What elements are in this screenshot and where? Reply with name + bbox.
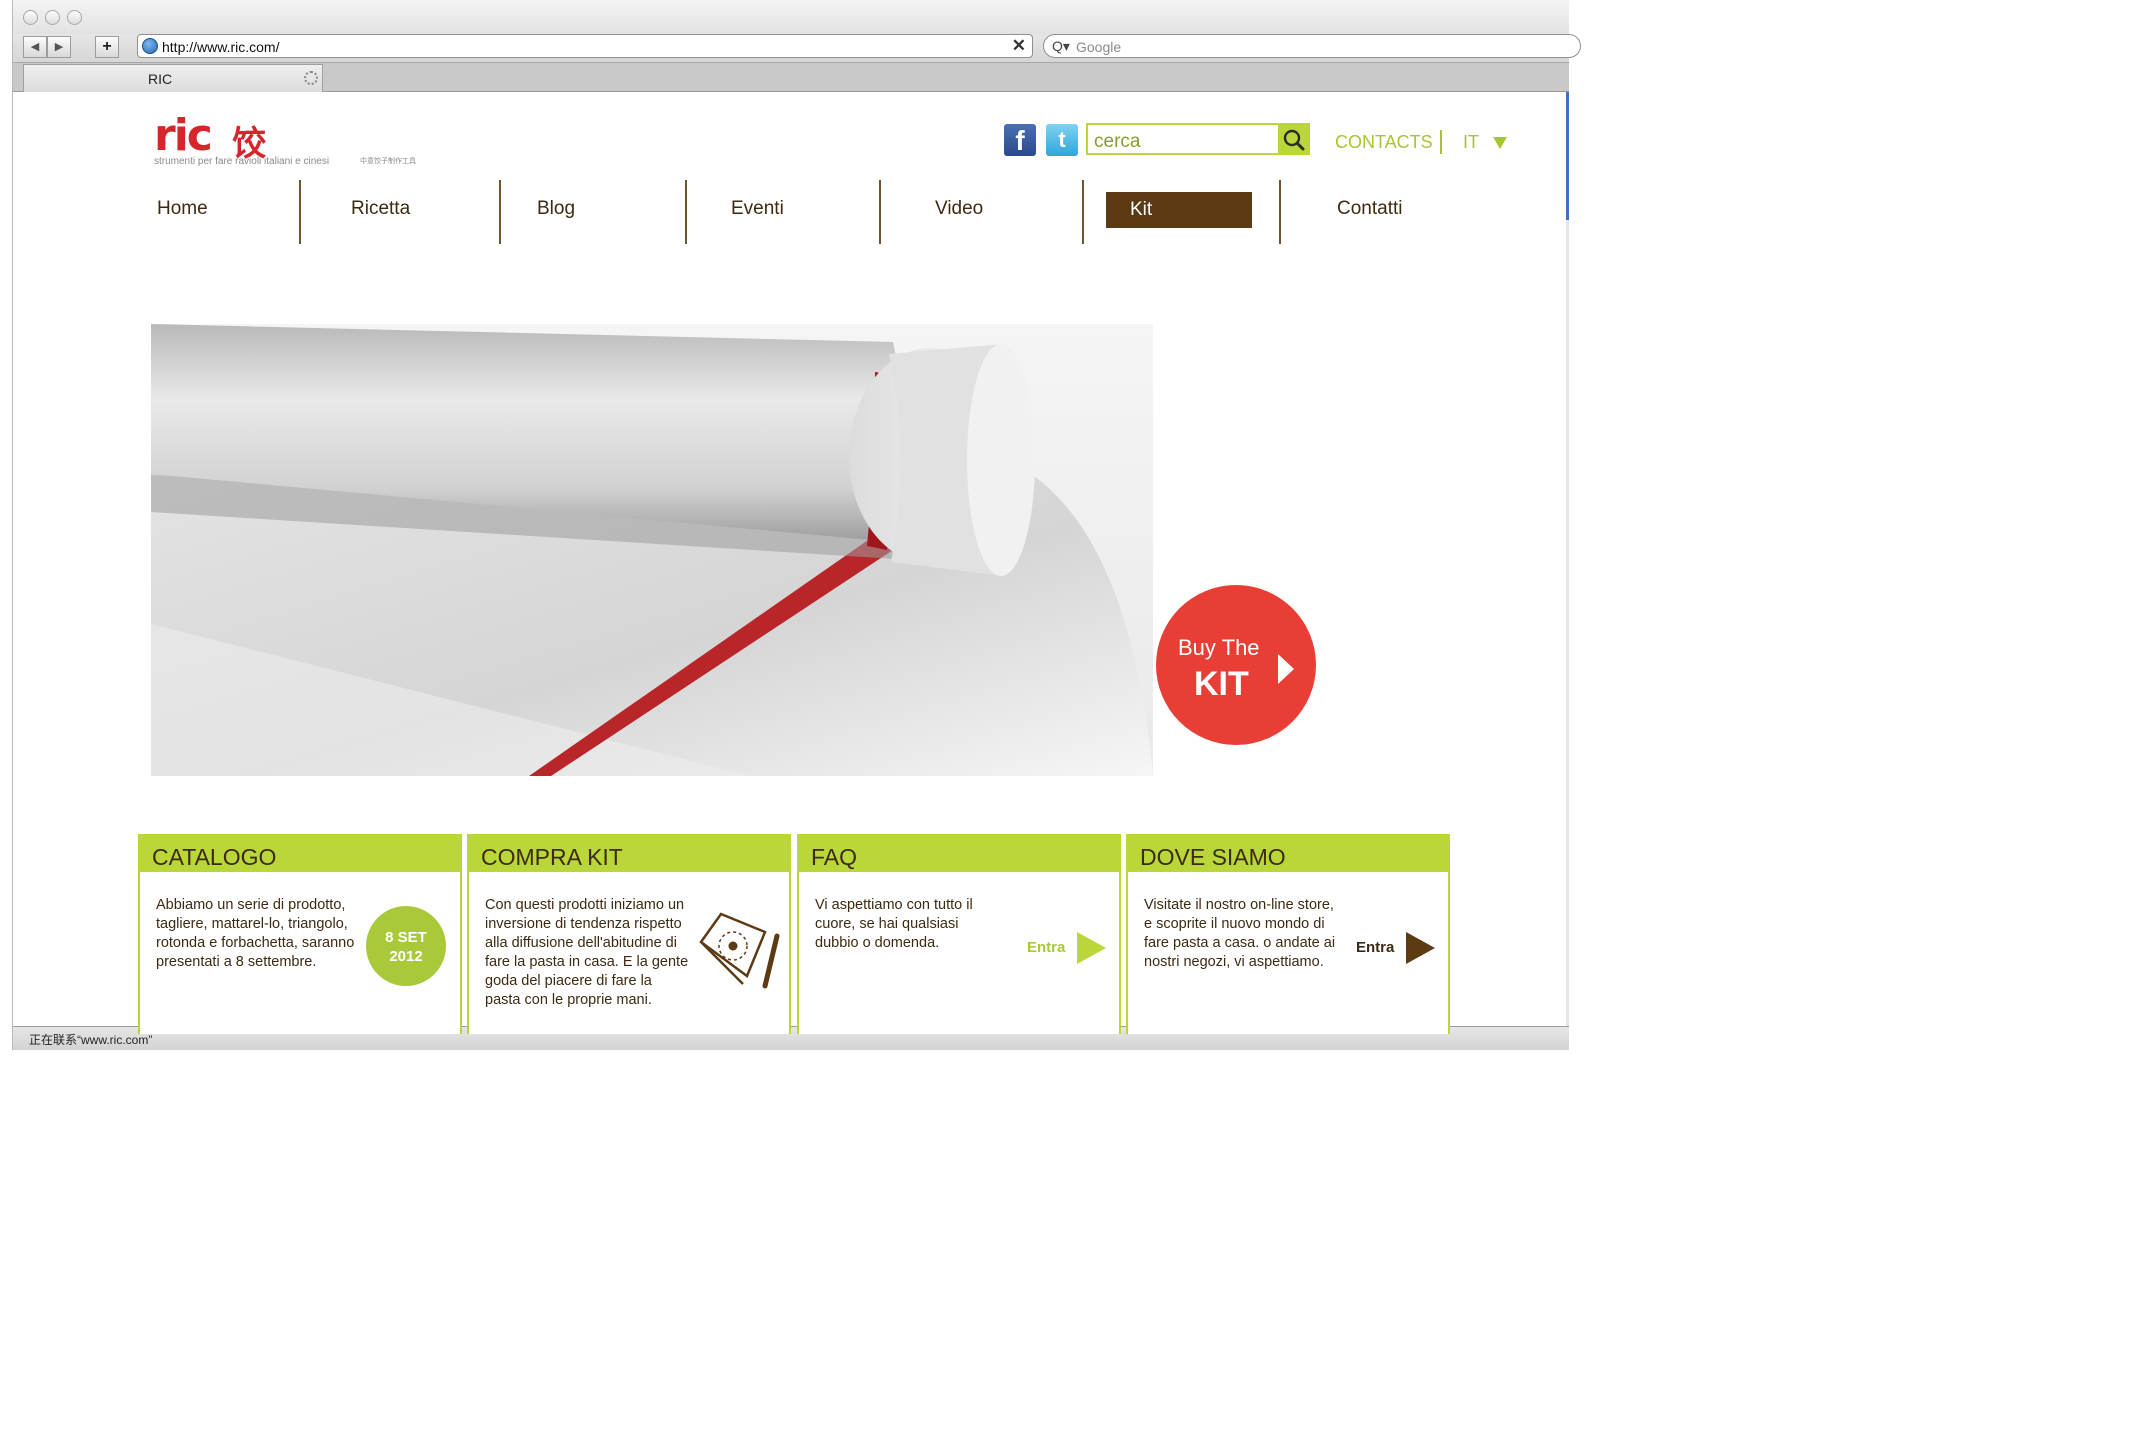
url-text: http://www.ric.com/	[162, 39, 280, 55]
nav-kit-label: Kit	[1130, 199, 1153, 220]
zoom-window-button[interactable]	[67, 10, 82, 25]
box-text: Vi aspettiamo con tutto il cuore, se hai…	[815, 897, 973, 951]
hero-image	[151, 324, 1153, 776]
web-search-field[interactable]: Q▾ Google	[1043, 34, 1581, 58]
box-title: DOVE SIAMO	[1140, 844, 1286, 870]
nav-divider	[1082, 180, 1084, 244]
dove-siamo-entra-link[interactable]: Entra	[1356, 939, 1394, 956]
date-badge-text: 8 SET 2012	[366, 928, 446, 966]
date-badge: 8 SET 2012	[366, 906, 446, 986]
minimize-window-button[interactable]	[45, 10, 60, 25]
box-title: CATALOGO	[152, 844, 277, 870]
language-selector[interactable]: IT	[1463, 132, 1479, 153]
box-faq: FAQ Vi aspettiamo con tutto il cuore, se…	[797, 834, 1121, 1034]
box-header: FAQ	[799, 836, 1119, 872]
plus-icon: +	[102, 38, 112, 55]
play-arrow-icon	[1278, 654, 1294, 684]
logo-wordmark: ric	[154, 110, 213, 161]
nav-ricetta[interactable]: Ricetta	[351, 198, 410, 220]
box-header: CATALOGO	[140, 836, 460, 872]
nav-contatti[interactable]: Contatti	[1337, 198, 1402, 220]
site-search-button[interactable]	[1278, 125, 1308, 153]
nav-divider	[685, 180, 687, 244]
nav-blog[interactable]: Blog	[537, 198, 575, 220]
box-text: Abbiamo un serie di prodotto, tagliere, …	[156, 897, 355, 970]
forward-button[interactable]: ▶	[47, 36, 71, 58]
logo-tagline: strumenti per fare ravioli italiani e ci…	[154, 156, 330, 167]
search-icon	[1283, 129, 1305, 151]
nav-kit[interactable]: Kit	[1106, 192, 1252, 228]
globe-icon	[142, 38, 158, 54]
facebook-icon[interactable]: f	[1004, 124, 1036, 156]
box-dove-siamo: DOVE SIAMO Visitate il nostro on-line st…	[1126, 834, 1450, 1034]
scrollbar-thumb[interactable]	[1566, 92, 1569, 220]
close-window-button[interactable]	[23, 10, 38, 25]
facebook-glyph: f	[1015, 125, 1025, 156]
nav-home[interactable]: Home	[157, 198, 208, 220]
box-catalogo: CATALOGO Abbiamo un serie di prodotto, t…	[138, 834, 462, 1034]
forward-icon: ▶	[54, 41, 64, 53]
web-search-placeholder: Google	[1076, 39, 1122, 55]
title-bar	[13, 0, 1569, 34]
back-button[interactable]: ◀	[23, 36, 47, 58]
kit-box-icon	[699, 912, 780, 989]
nav-video[interactable]: Video	[935, 198, 983, 220]
site-logo[interactable]: ric 饺 strumenti per fare ravioli italian…	[154, 110, 416, 168]
twitter-icon[interactable]: t	[1046, 124, 1078, 156]
buy-kit-line2: KIT	[1194, 665, 1249, 703]
logo-tagline-cjk: 中意饺子制作工具	[360, 158, 416, 165]
header-divider	[1440, 130, 1442, 154]
nav-divider	[879, 180, 881, 244]
tab-ric[interactable]: RIC	[23, 64, 323, 92]
chevron-down-icon[interactable]	[1493, 137, 1507, 149]
buy-kit-line1: Buy The	[1178, 635, 1260, 660]
rolling-pin-illustration	[151, 324, 1153, 776]
address-bar[interactable]: http://www.ric.com/ ✕	[137, 34, 1033, 58]
arrow-right-icon[interactable]	[1077, 932, 1106, 964]
box-title: FAQ	[811, 844, 858, 870]
twitter-glyph: t	[1058, 127, 1066, 152]
back-icon: ◀	[30, 41, 40, 53]
scrollbar[interactable]	[1566, 92, 1569, 1026]
magnifier-icon: Q▾	[1052, 38, 1070, 54]
contacts-link[interactable]: CONTACTS	[1335, 132, 1433, 153]
nav-eventi[interactable]: Eventi	[731, 198, 784, 220]
site-search-input[interactable]: cerca	[1086, 123, 1310, 155]
box-title: COMPRA KIT	[481, 844, 623, 870]
buy-kit-button[interactable]: Buy The KIT	[1156, 585, 1316, 745]
box-compra-kit: COMPRA KIT Con questi prodotti iniziamo …	[467, 834, 791, 1034]
box-header: COMPRA KIT	[469, 836, 789, 872]
loading-spinner-icon	[304, 71, 318, 85]
nav-divider	[1279, 180, 1281, 244]
nav-divider	[299, 180, 301, 244]
stop-icon[interactable]: ✕	[1012, 36, 1026, 56]
site-search-placeholder: cerca	[1094, 131, 1141, 152]
box-text: Con questi prodotti iniziamo un inversio…	[485, 897, 689, 1008]
box-header: DOVE SIAMO	[1128, 836, 1448, 872]
nav-divider	[499, 180, 501, 244]
box-text: Visitate il nostro on-line store, e scop…	[1144, 897, 1336, 970]
date-badge-year: 2012	[389, 948, 423, 965]
arrow-right-icon[interactable]	[1406, 932, 1435, 964]
date-badge-day: 8 SET	[385, 929, 427, 946]
status-text: 正在联系“www.ric.com”	[29, 1033, 153, 1047]
tab-title: RIC	[148, 71, 173, 87]
add-bookmark-button[interactable]: +	[95, 36, 119, 58]
faq-entra-link[interactable]: Entra	[1027, 939, 1065, 956]
